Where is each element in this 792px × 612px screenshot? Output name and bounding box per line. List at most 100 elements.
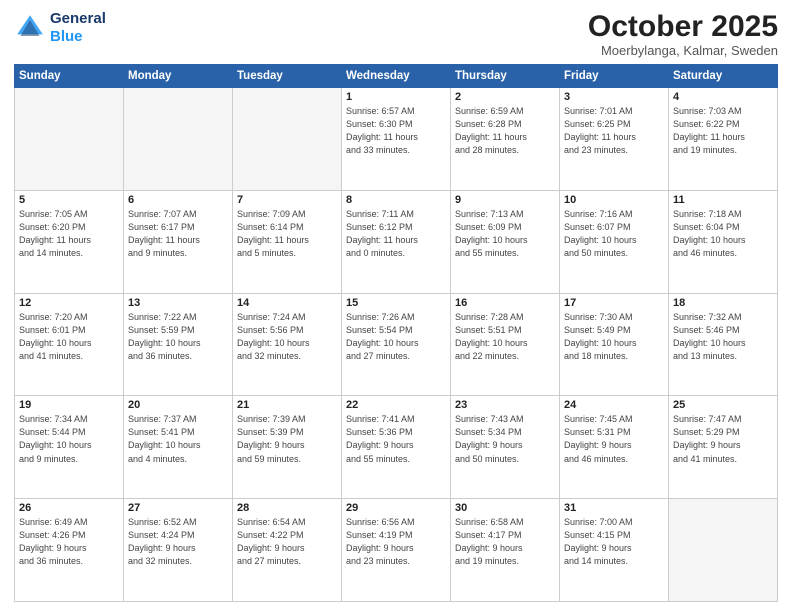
title-area: October 2025 Moerbylanga, Kalmar, Sweden [588,10,778,58]
day-info: Sunrise: 7:28 AMSunset: 5:51 PMDaylight:… [455,311,555,363]
day-info: Sunrise: 7:20 AMSunset: 6:01 PMDaylight:… [19,311,119,363]
weekday-header-thursday: Thursday [451,65,560,88]
day-cell: 10 Sunrise: 7:16 AMSunset: 6:07 PMDayligh… [560,190,669,293]
day-info: Sunrise: 6:49 AMSunset: 4:26 PMDaylight:… [19,516,119,568]
day-info: Sunrise: 7:39 AMSunset: 5:39 PMDaylight:… [237,413,337,465]
day-cell: 28 Sunrise: 6:54 AMSunset: 4:22 PMDayligh… [233,499,342,602]
day-number: 7 [237,194,337,206]
day-cell: 14Sunrise: 7:24 AMSunset: 5:56 PMDayligh… [233,293,342,396]
day-cell: 19 Sunrise: 7:34 AMSunset: 5:44 PMDayligh… [15,396,124,499]
weekday-header-saturday: Saturday [669,65,778,88]
weekday-header-monday: Monday [124,65,233,88]
day-cell: 22 Sunrise: 7:41 AMSunset: 5:36 PMDayligh… [342,396,451,499]
day-info: Sunrise: 7:01 AMSunset: 6:25 PMDaylight:… [564,105,664,157]
weekday-header-wednesday: Wednesday [342,65,451,88]
day-number: 29 [346,502,446,514]
day-cell: 21 Sunrise: 7:39 AMSunset: 5:39 PMDayligh… [233,396,342,499]
day-info: Sunrise: 7:34 AMSunset: 5:44 PMDaylight:… [19,413,119,465]
day-info: Sunrise: 7:05 AMSunset: 6:20 PMDaylight:… [19,208,119,260]
day-info: Sunrise: 7:13 AMSunset: 6:09 PMDaylight:… [455,208,555,260]
day-cell: 8 Sunrise: 7:11 AMSunset: 6:12 PMDaylight… [342,190,451,293]
day-number: 27 [128,502,228,514]
logo-icon [14,12,46,44]
day-number: 17 [564,297,664,309]
day-info: Sunrise: 7:32 AMSunset: 5:46 PMDaylight:… [673,311,773,363]
day-number: 14 [237,297,337,309]
day-cell: 3 Sunrise: 7:01 AMSunset: 6:25 PMDaylight… [560,88,669,191]
day-cell: 15 Sunrise: 7:26 AMSunset: 5:54 PMDayligh… [342,293,451,396]
header: General Blue October 2025 Moerbylanga, K… [14,10,778,58]
day-number: 30 [455,502,555,514]
day-info: Sunrise: 7:47 AMSunset: 5:29 PMDaylight:… [673,413,773,465]
day-number: 5 [19,194,119,206]
day-cell: 25 Sunrise: 7:47 AMSunset: 5:29 PMDayligh… [669,396,778,499]
day-cell: 24Sunrise: 7:45 AMSunset: 5:31 PMDayligh… [560,396,669,499]
day-info: Sunrise: 7:16 AMSunset: 6:07 PMDaylight:… [564,208,664,260]
day-info: Sunrise: 7:37 AMSunset: 5:41 PMDaylight:… [128,413,228,465]
day-info: Sunrise: 7:07 AMSunset: 6:17 PMDaylight:… [128,208,228,260]
day-number: 1 [346,91,446,103]
day-info: Sunrise: 7:00 AMSunset: 4:15 PMDaylight:… [564,516,664,568]
day-number: 16 [455,297,555,309]
weekday-header-friday: Friday [560,65,669,88]
day-number: 21 [237,399,337,411]
day-cell: 26 Sunrise: 6:49 AMSunset: 4:26 PMDayligh… [15,499,124,602]
day-cell: 2Sunrise: 6:59 AMSunset: 6:28 PMDaylight… [451,88,560,191]
day-info: Sunrise: 7:41 AMSunset: 5:36 PMDaylight:… [346,413,446,465]
day-cell: 23Sunrise: 7:43 AMSunset: 5:34 PMDayligh… [451,396,560,499]
day-number: 11 [673,194,773,206]
page: General Blue October 2025 Moerbylanga, K… [0,0,792,612]
month-title: October 2025 [588,10,778,43]
day-cell: 11 Sunrise: 7:18 AMSunset: 6:04 PMDayligh… [669,190,778,293]
day-info: Sunrise: 6:59 AMSunset: 6:28 PMDaylight:… [455,105,555,157]
day-info: Sunrise: 6:54 AMSunset: 4:22 PMDaylight:… [237,516,337,568]
day-number: 25 [673,399,773,411]
calendar-table: SundayMondayTuesdayWednesdayThursdayFrid… [14,64,778,602]
day-info: Sunrise: 7:30 AMSunset: 5:49 PMDaylight:… [564,311,664,363]
day-info: Sunrise: 7:22 AMSunset: 5:59 PMDaylight:… [128,311,228,363]
week-row-2: 12 Sunrise: 7:20 AMSunset: 6:01 PMDayligh… [15,293,778,396]
day-info: Sunrise: 7:03 AMSunset: 6:22 PMDaylight:… [673,105,773,157]
day-info: Sunrise: 7:11 AMSunset: 6:12 PMDaylight:… [346,208,446,260]
day-cell [669,499,778,602]
day-cell: 12 Sunrise: 7:20 AMSunset: 6:01 PMDayligh… [15,293,124,396]
day-info: Sunrise: 7:26 AMSunset: 5:54 PMDaylight:… [346,311,446,363]
day-cell: 18Sunrise: 7:32 AMSunset: 5:46 PMDayligh… [669,293,778,396]
day-cell: 1Sunrise: 6:57 AMSunset: 6:30 PMDaylight… [342,88,451,191]
day-number: 9 [455,194,555,206]
day-cell: 31Sunrise: 7:00 AMSunset: 4:15 PMDayligh… [560,499,669,602]
day-number: 13 [128,297,228,309]
day-cell: 30 Sunrise: 6:58 AMSunset: 4:17 PMDayligh… [451,499,560,602]
day-number: 22 [346,399,446,411]
day-cell [15,88,124,191]
location: Moerbylanga, Kalmar, Sweden [588,43,778,58]
day-info: Sunrise: 7:43 AMSunset: 5:34 PMDaylight:… [455,413,555,465]
week-row-4: 26 Sunrise: 6:49 AMSunset: 4:26 PMDayligh… [15,499,778,602]
day-number: 26 [19,502,119,514]
day-info: Sunrise: 6:58 AMSunset: 4:17 PMDaylight:… [455,516,555,568]
weekday-header-tuesday: Tuesday [233,65,342,88]
day-number: 3 [564,91,664,103]
day-cell: 5 Sunrise: 7:05 AMSunset: 6:20 PMDaylight… [15,190,124,293]
day-cell: 7 Sunrise: 7:09 AMSunset: 6:14 PMDaylight… [233,190,342,293]
day-info: Sunrise: 6:56 AMSunset: 4:19 PMDaylight:… [346,516,446,568]
day-cell: 4 Sunrise: 7:03 AMSunset: 6:22 PMDaylight… [669,88,778,191]
day-number: 19 [19,399,119,411]
day-number: 8 [346,194,446,206]
day-cell: 29 Sunrise: 6:56 AMSunset: 4:19 PMDayligh… [342,499,451,602]
day-number: 10 [564,194,664,206]
day-number: 4 [673,91,773,103]
day-number: 15 [346,297,446,309]
day-number: 24 [564,399,664,411]
day-cell: 16 Sunrise: 7:28 AMSunset: 5:51 PMDayligh… [451,293,560,396]
week-row-0: 1Sunrise: 6:57 AMSunset: 6:30 PMDaylight… [15,88,778,191]
day-number: 28 [237,502,337,514]
day-number: 12 [19,297,119,309]
day-info: Sunrise: 7:18 AMSunset: 6:04 PMDaylight:… [673,208,773,260]
weekday-header-sunday: Sunday [15,65,124,88]
logo-text: General Blue [50,10,106,46]
calendar-body: 1Sunrise: 6:57 AMSunset: 6:30 PMDaylight… [15,88,778,602]
day-number: 20 [128,399,228,411]
day-info: Sunrise: 7:09 AMSunset: 6:14 PMDaylight:… [237,208,337,260]
day-cell [124,88,233,191]
